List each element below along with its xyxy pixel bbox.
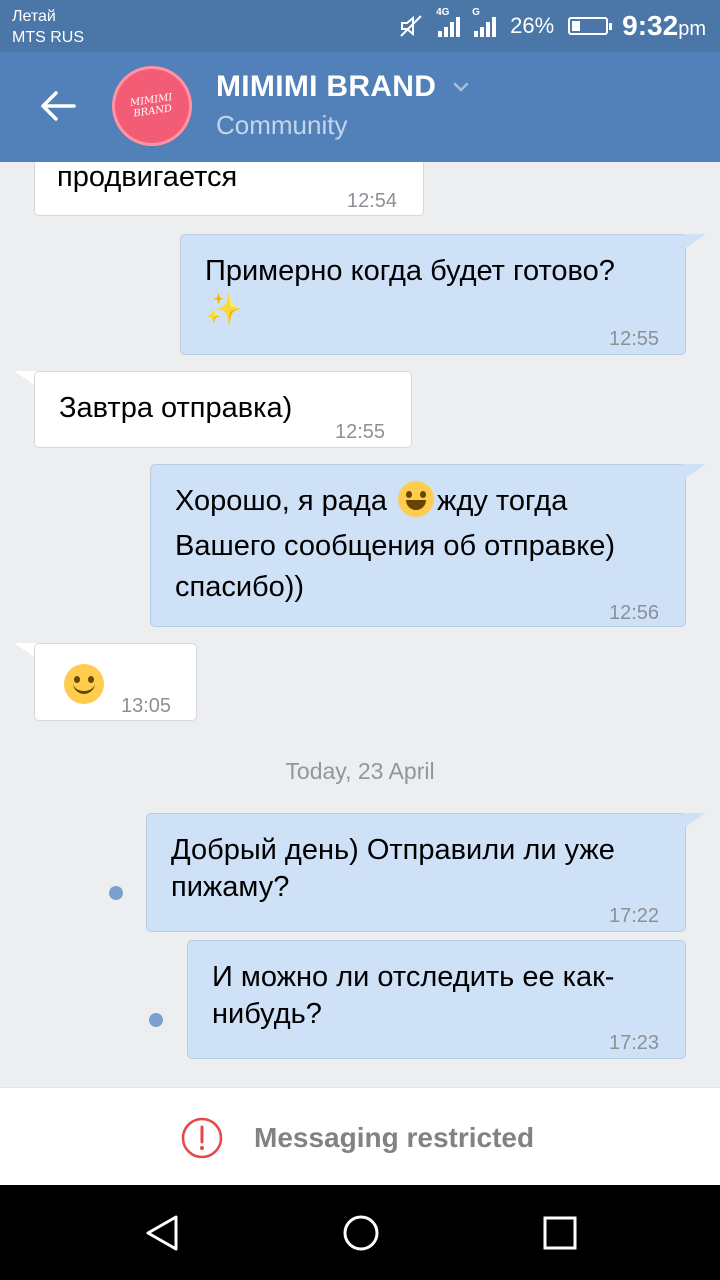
- messaging-restricted-bar: Messaging restricted: [0, 1087, 720, 1186]
- carrier-info: Летай MTS RUS: [12, 6, 84, 48]
- message-time: 12:55: [609, 328, 660, 350]
- grinning-face-emoji: [398, 481, 435, 517]
- chat-header: MIMIMI BRAND MIMIMI BRAND Community: [0, 52, 720, 162]
- message-time: 13:05: [121, 695, 172, 717]
- message-text: Примерно когда будет готово? ✨: [205, 253, 615, 330]
- battery-icon: [568, 17, 613, 35]
- message-line: И можно ли отследить ее как-: [212, 961, 615, 993]
- message-line: Вашего сообщения об отправке): [175, 530, 616, 562]
- network-type-g: G: [472, 7, 480, 18]
- message-text: Хорошо, я рада жду тогда Вашего сообщени…: [175, 481, 615, 606]
- signal-4g-icon: 4G: [436, 7, 461, 37]
- bubble-tail: [684, 464, 706, 479]
- bubble-tail: [14, 643, 36, 658]
- sparkles-emoji: ✨: [205, 293, 243, 326]
- system-navigation-bar: [0, 1185, 720, 1280]
- alert-circle-icon: [181, 1117, 223, 1159]
- carrier-line2: MTS RUS: [12, 29, 84, 46]
- message-time: 12:54: [347, 190, 398, 212]
- message-bubble-incoming[interactable]: продвигается 12:54: [34, 162, 424, 216]
- bubble-tail: [14, 371, 36, 386]
- bubble-tail: [684, 813, 706, 828]
- community-avatar[interactable]: MIMIMI BRAND: [112, 66, 192, 146]
- unread-indicator: [149, 1013, 163, 1027]
- message-line-part: Хорошо, я рада: [175, 485, 387, 517]
- date-separator: Today, 23 April: [285, 758, 435, 784]
- nav-recents-icon[interactable]: [542, 1215, 578, 1251]
- message-line-part: жду тогда: [437, 485, 568, 517]
- clock: 9:32pm: [622, 10, 706, 42]
- message-list[interactable]: продвигается 12:54 Примерно когда будет …: [0, 162, 720, 1087]
- message-line: пижаму?: [171, 871, 290, 903]
- message-time: 12:56: [609, 602, 660, 624]
- message-line: Хорошо, я рада жду тогда: [175, 481, 615, 520]
- smiling-face-emoji: [64, 664, 104, 704]
- message-text: продвигается: [57, 162, 238, 193]
- community-title[interactable]: MIMIMI BRAND: [216, 70, 436, 104]
- message-time: 17:23: [609, 1032, 660, 1054]
- community-subtitle: Community: [216, 110, 348, 140]
- message-line: спасибо)): [175, 571, 305, 603]
- unread-indicator: [109, 886, 123, 900]
- message-bubble-outgoing[interactable]: Хорошо, я рада жду тогда Вашего сообщени…: [150, 464, 686, 627]
- nav-home-icon[interactable]: [341, 1213, 381, 1253]
- message-time: 12:55: [335, 421, 386, 443]
- message-bubble-incoming[interactable]: 13:05: [34, 643, 197, 721]
- carrier-line1: Летай: [12, 8, 56, 25]
- clock-time: 9:32: [622, 10, 679, 41]
- clock-suffix: pm: [678, 18, 706, 40]
- avatar-logo-text: MIMIMI BRAND: [129, 92, 174, 120]
- message-line: Добрый день) Отправили ли уже: [171, 834, 615, 866]
- message-line: Примерно когда будет готово?: [205, 255, 615, 287]
- chevron-down-icon[interactable]: [452, 78, 470, 96]
- mute-icon: [400, 15, 422, 37]
- back-arrow-icon[interactable]: [38, 86, 78, 126]
- messaging-restricted-label: Messaging restricted: [254, 1122, 535, 1153]
- message-bubble-incoming[interactable]: Завтра отправка) 12:55: [34, 371, 412, 448]
- message-bubble-outgoing[interactable]: И можно ли отследить ее как- нибудь? 17:…: [187, 940, 686, 1059]
- message-bubble-outgoing[interactable]: Добрый день) Отправили ли уже пижаму? 17…: [146, 813, 686, 932]
- bubble-tail: [684, 234, 706, 249]
- restricted-notice: Messaging restricted: [180, 1116, 534, 1160]
- signal-g-icon: G: [472, 7, 497, 37]
- status-bar: Летай MTS RUS 4G G 26% 9:32pm: [0, 0, 720, 52]
- message-bubble-outgoing[interactable]: Примерно когда будет готово? ✨ 12:55: [180, 234, 686, 355]
- nav-back-icon[interactable]: [143, 1213, 181, 1253]
- message-time: 17:22: [609, 905, 660, 927]
- battery-percent: 26%: [510, 13, 555, 38]
- message-text: Завтра отправка): [59, 392, 293, 424]
- message-text: И можно ли отследить ее как- нибудь?: [212, 959, 614, 1033]
- network-type-4g: 4G: [436, 7, 450, 18]
- message-text: Добрый день) Отправили ли уже пижаму?: [171, 832, 615, 906]
- status-icons: 4G G 26% 9:32pm: [398, 7, 706, 44]
- message-line: нибудь?: [212, 998, 322, 1030]
